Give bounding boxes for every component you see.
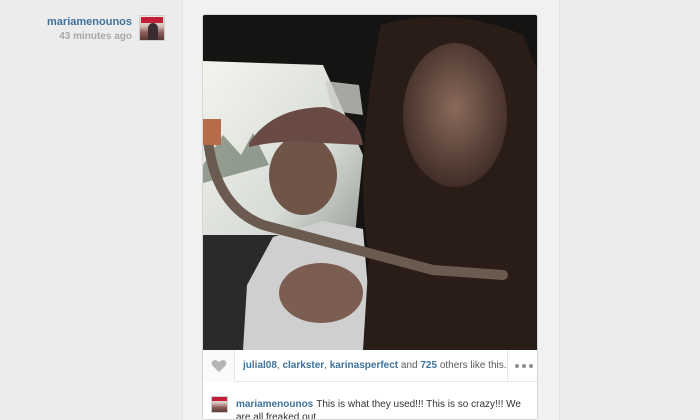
like-button[interactable]	[203, 350, 235, 382]
caption-username[interactable]: mariamenounos	[236, 399, 313, 410]
likes-summary: julial08, clarkster, karinasperfect and …	[243, 360, 507, 371]
author-avatar[interactable]	[139, 15, 165, 41]
likes-count[interactable]: 725	[420, 360, 437, 371]
liker-link[interactable]: clarkster	[282, 360, 324, 371]
author-username[interactable]: mariamenounos	[40, 16, 132, 29]
liker-link[interactable]: julial08	[243, 360, 277, 371]
ellipsis-icon	[521, 364, 526, 368]
avatar-magazine-masthead	[212, 397, 227, 401]
post-card: julial08, clarkster, karinasperfect and …	[202, 14, 538, 420]
caption-avatar[interactable]	[211, 396, 228, 413]
post-timestamp[interactable]: 43 minutes ago	[40, 30, 132, 43]
caption-text: mariamenounos This is what they used!!! T…	[236, 398, 532, 419]
post-author: mariamenounos 43 minutes ago	[40, 16, 132, 43]
page-background-left	[0, 0, 182, 420]
photo-image	[203, 15, 537, 350]
heart-icon	[211, 360, 226, 372]
avatar-figure	[148, 23, 158, 40]
more-options-button[interactable]	[507, 350, 537, 382]
likes-bar: julial08, clarkster, karinasperfect and …	[203, 350, 537, 382]
page-background-right	[560, 0, 700, 420]
post-photo[interactable]	[203, 15, 537, 350]
liker-link[interactable]: karinasperfect	[330, 360, 398, 371]
ellipsis-icon	[528, 364, 533, 368]
ellipsis-icon	[514, 364, 519, 368]
post-caption: mariamenounos This is what they used!!! T…	[203, 383, 537, 419]
